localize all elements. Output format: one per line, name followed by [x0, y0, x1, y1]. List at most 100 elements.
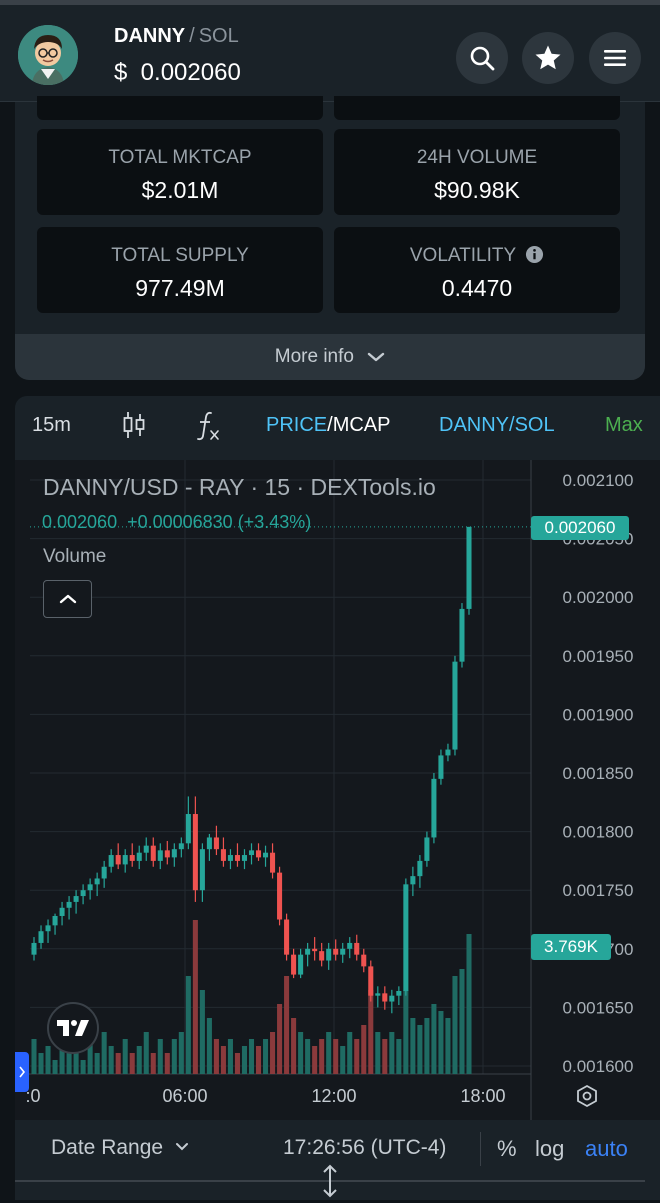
volume-bar: [326, 1032, 332, 1074]
volume-bar: [466, 934, 472, 1074]
candle-body: [382, 993, 388, 1002]
volume-bar: [255, 1046, 262, 1074]
volume-bar: [164, 1053, 170, 1074]
volume-bar: [382, 1039, 388, 1074]
candle-body: [248, 850, 255, 856]
max-range-button[interactable]: Max: [605, 414, 643, 437]
menu-button[interactable]: [589, 32, 641, 84]
log-scale-toggle[interactable]: log: [535, 1136, 564, 1162]
candle-body: [347, 942, 353, 949]
volume-bar: [396, 1039, 402, 1074]
indicators-button[interactable]: [195, 410, 223, 448]
volume-bar: [284, 976, 290, 1074]
info-icon[interactable]: [525, 245, 544, 264]
timezone-clock[interactable]: 17:26:56 (UTC-4): [283, 1136, 446, 1160]
candle-body: [255, 850, 262, 858]
chevron-up-icon: [59, 594, 76, 604]
volume-bar: [445, 1018, 451, 1074]
avatar[interactable]: [18, 25, 78, 85]
volume-bar: [417, 1025, 423, 1074]
star-icon: [535, 45, 561, 70]
candle-body: [305, 948, 311, 955]
volatility-label: VOLATILITY: [409, 245, 516, 266]
price-option[interactable]: PRICE: [266, 414, 327, 436]
volume-bar: [424, 1018, 430, 1074]
search-button[interactable]: [456, 32, 508, 84]
candle-body: [115, 855, 121, 865]
pair-title: DANNY / SOL: [114, 25, 239, 48]
volume-bar: [150, 1053, 156, 1074]
app-header: DANNY / SOL $ 0.002060: [0, 5, 660, 102]
stat-value: $2.01M: [141, 177, 219, 203]
candlestick-icon: [123, 412, 145, 438]
collapse-legend-button[interactable]: [43, 580, 92, 618]
volume-bar: [171, 1039, 177, 1074]
candle-body: [417, 860, 423, 877]
date-range-label: Date Range: [51, 1136, 164, 1159]
price-chart[interactable]: 0.0021000.0020500.0020000.0019500.001900…: [15, 460, 660, 1120]
interval-selector[interactable]: 15m: [32, 414, 71, 437]
chart-type-button[interactable]: [122, 410, 146, 446]
y-tick-label: 0.002000: [563, 588, 634, 607]
volume-bar: [213, 1039, 219, 1074]
candle-body: [234, 855, 240, 861]
current-price: $ 0.002060: [114, 59, 241, 86]
date-range-button[interactable]: Date Range: [51, 1136, 189, 1160]
y-tick-label: 0.001950: [563, 647, 634, 666]
favorite-button[interactable]: [522, 32, 574, 84]
candle-body: [178, 843, 184, 850]
pair-selector[interactable]: DANNY/SOL: [439, 414, 555, 437]
candle-body: [312, 948, 318, 952]
candle-body: [375, 993, 381, 996]
y-tick-label: 0.001650: [563, 998, 634, 1017]
stat-card-volume: 24H VOLUME $90.98K: [334, 129, 620, 215]
token-stats-panel: TOTAL MKTCAP $2.01M 24H VOLUME $90.98K T…: [15, 96, 645, 380]
candle-body: [31, 942, 37, 955]
volume-bar: [31, 1039, 37, 1074]
candle-body: [136, 852, 142, 861]
candle-body: [466, 526, 472, 609]
volume-bar: [122, 1039, 128, 1074]
candle-body: [396, 990, 402, 996]
stat-card-volatility: VOLATILITY 0.4470: [334, 227, 620, 313]
volume-bar: [185, 976, 191, 1074]
tradingview-logo[interactable]: [47, 1002, 99, 1054]
candle-body: [143, 845, 149, 853]
candle-body: [129, 855, 135, 861]
chevron-down-icon: [175, 1143, 188, 1151]
volume-legend: Volume: [43, 546, 107, 567]
chart-settings-button[interactable]: [575, 1084, 599, 1113]
candle-body: [291, 954, 297, 975]
volume-bar: [291, 1018, 297, 1074]
candle-body: [270, 852, 276, 873]
candle-body: [452, 661, 458, 750]
volume-bar: [298, 1032, 304, 1074]
volume-bar: [410, 1018, 416, 1074]
volume-bar: [227, 1039, 233, 1074]
volume-bar: [66, 1053, 72, 1074]
divider: [480, 1132, 481, 1166]
more-info-label: More info: [274, 346, 354, 367]
volume-bar: [389, 1032, 395, 1074]
volume-bar: [368, 990, 374, 1074]
side-panel-toggle[interactable]: [15, 1052, 29, 1092]
candle-body: [94, 878, 100, 885]
auto-scale-toggle[interactable]: auto: [585, 1136, 628, 1162]
current-price-tag: 0.002060: [531, 516, 629, 540]
volume-bar: [403, 990, 409, 1074]
stat-label: TOTAL SUPPLY: [111, 245, 249, 266]
candle-body: [164, 850, 170, 858]
volume-bar: [438, 1011, 444, 1074]
price-mcap-toggle[interactable]: PRICE/MCAP: [266, 414, 390, 437]
candle-body: [410, 876, 416, 885]
y-tick-label: 0.001850: [563, 764, 634, 783]
avatar-cartoon-icon: [18, 25, 78, 85]
resize-handle[interactable]: [319, 1164, 341, 1203]
candle-body: [431, 778, 437, 838]
stat-card-partial-right: [334, 96, 620, 120]
more-info-button[interactable]: More info: [15, 334, 645, 380]
candle-body: [227, 855, 233, 861]
mcap-option[interactable]: MCAP: [333, 414, 391, 436]
candle-body: [326, 948, 332, 961]
percent-scale-toggle[interactable]: %: [497, 1136, 517, 1162]
